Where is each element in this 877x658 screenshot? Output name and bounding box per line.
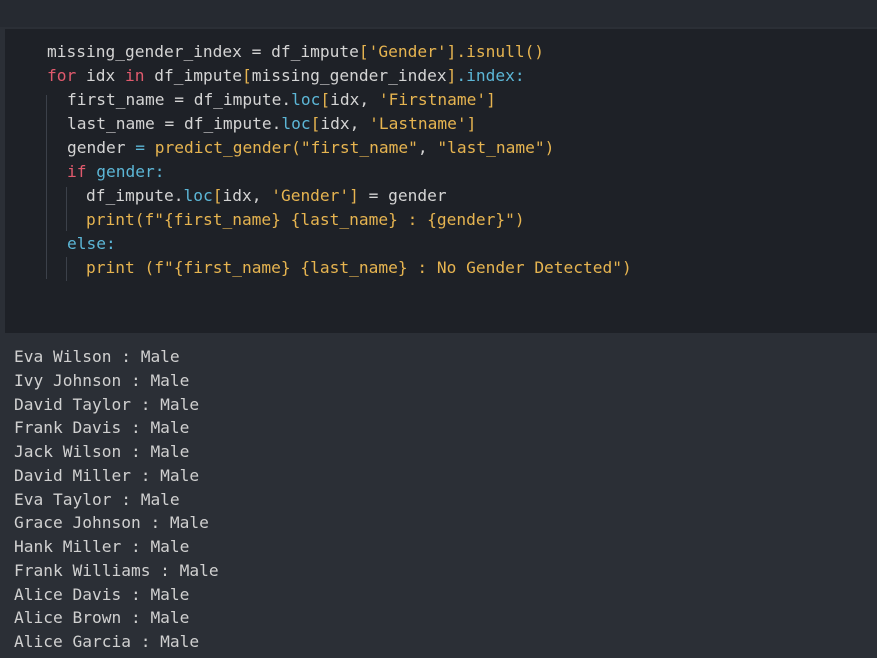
top-strip — [0, 0, 877, 27]
output-line: Frank Williams : Male — [14, 561, 219, 580]
code-line-10: print (f"{first_name} {last_name} : No G… — [86, 258, 632, 277]
output-line: Jack Wilson : Male — [14, 442, 190, 461]
code-line-9: else: — [67, 234, 116, 253]
cell-output: Eva Wilson : Male Ivy Johnson : Male Dav… — [0, 334, 877, 658]
code-line-3: first_name = df_impute.loc[idx, 'Firstna… — [67, 90, 496, 109]
output-line: David Miller : Male — [14, 466, 200, 485]
code-line-6: if gender: — [67, 162, 165, 181]
output-line: David Taylor : Male — [14, 395, 200, 414]
output-line: Alice Garcia : Male — [14, 632, 200, 651]
output-line: Hank Miller : Male — [14, 537, 190, 556]
code-line-5: gender = predict_gender("first_name", "l… — [67, 138, 555, 157]
code-line-2: for idx in df_impute[missing_gender_inde… — [47, 66, 525, 85]
code-cell[interactable]: missing_gender_index = df_impute['Gender… — [5, 29, 877, 333]
code-line-8: print(f"{first_name} {last_name} : {gend… — [86, 210, 525, 229]
output-line: Ivy Johnson : Male — [14, 371, 190, 390]
code-line-4: last_name = df_impute.loc[idx, 'Lastname… — [67, 114, 477, 133]
code-line-1: missing_gender_index = df_impute['Gender… — [47, 42, 545, 61]
notebook-view: missing_gender_index = df_impute['Gender… — [0, 0, 877, 658]
output-line: Frank Davis : Male — [14, 418, 190, 437]
output-line: Grace Johnson : Male — [14, 513, 209, 532]
output-line: Alice Brown : Male — [14, 608, 190, 627]
indent-guide — [46, 95, 47, 279]
output-line: Alice Davis : Male — [14, 585, 190, 604]
output-line: Eva Taylor : Male — [14, 490, 180, 509]
output-line: Eva Wilson : Male — [14, 347, 180, 366]
indent-guide-inner — [66, 187, 67, 231]
code-line-7: df_impute.loc[idx, 'Gender'] = gender — [86, 186, 447, 205]
indent-guide-else — [66, 257, 67, 281]
